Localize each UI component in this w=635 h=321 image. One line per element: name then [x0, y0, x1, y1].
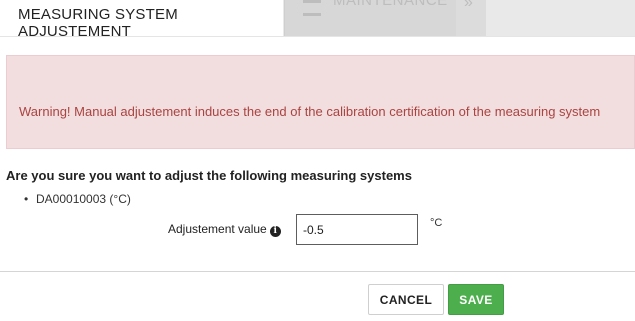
- adjustment-value-label: Adjustement value i: [168, 222, 281, 237]
- system-name: DA00010003 (°C): [36, 192, 131, 206]
- save-button[interactable]: SAVE: [448, 284, 504, 315]
- bullet-icon: •: [24, 192, 29, 206]
- adjustment-value-input[interactable]: [296, 214, 418, 245]
- header-divider: [0, 36, 635, 37]
- measuring-system-list: • DA00010003 (°C): [22, 192, 131, 206]
- dialog-header: MEASURING SYSTEM ADJUSTEMENT: [0, 0, 283, 40]
- list-item: • DA00010003 (°C): [22, 192, 131, 206]
- info-icon[interactable]: i: [269, 226, 281, 237]
- dialog-title: MEASURING SYSTEM ADJUSTEMENT: [18, 6, 178, 40]
- adjustment-dialog: MEASURING SYSTEM ADJUSTEMENT Warning! Ma…: [0, 0, 635, 321]
- footer-divider: [0, 271, 635, 272]
- warning-alert: Warning! Manual adjustement induces the …: [6, 55, 635, 149]
- confirmation-question: Are you sure you want to adjust the foll…: [6, 168, 412, 183]
- adjustment-value-label-text: Adjustement value: [168, 222, 267, 236]
- unit-label: °C: [430, 217, 443, 229]
- warning-text: Warning! Manual adjustement induces the …: [19, 104, 601, 119]
- cancel-button[interactable]: CANCEL: [368, 284, 444, 315]
